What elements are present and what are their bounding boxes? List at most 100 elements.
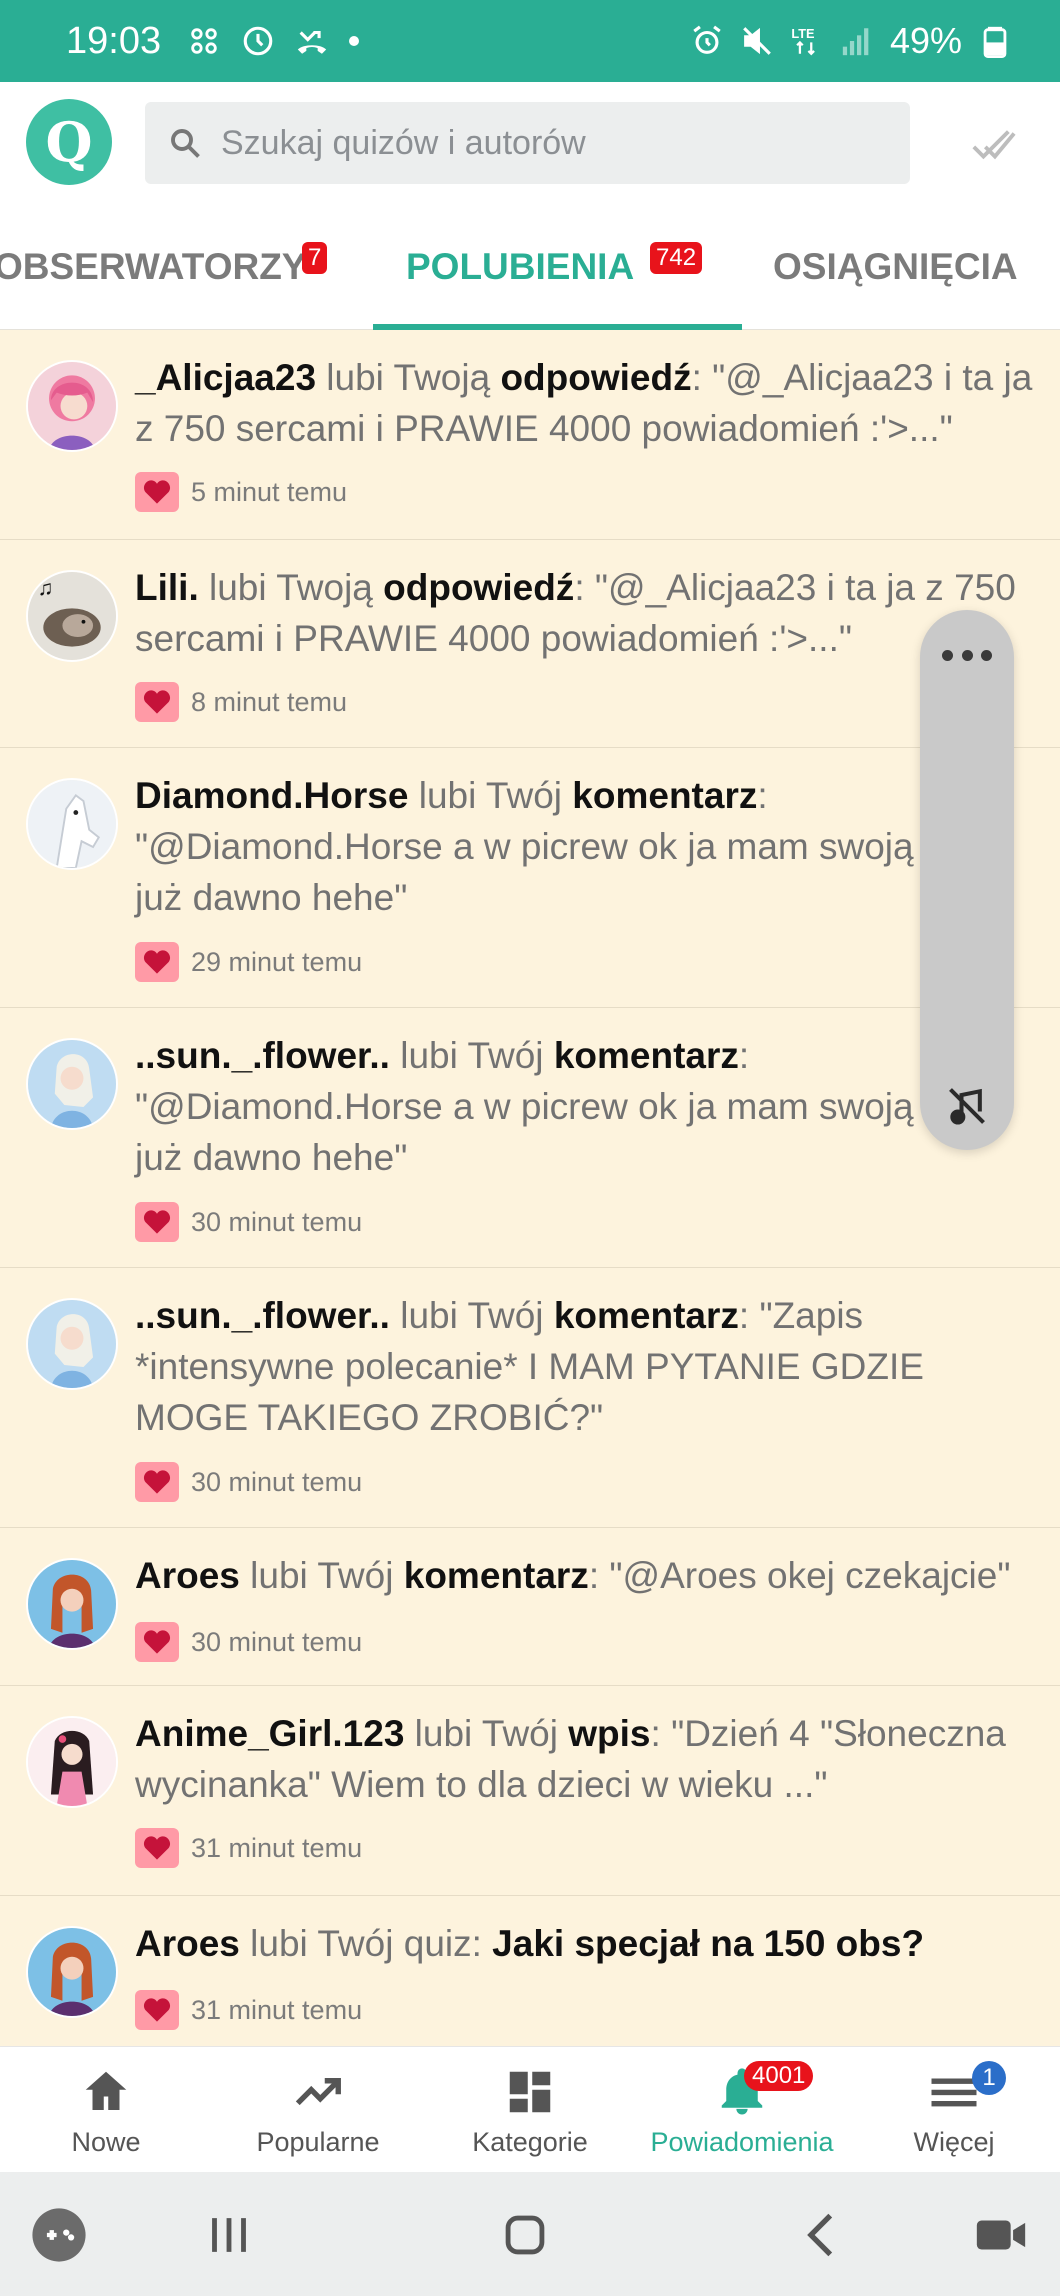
missed-call-icon [297, 30, 327, 54]
avatar[interactable] [26, 1038, 118, 1130]
avatar[interactable] [26, 1558, 118, 1650]
nav-new[interactable]: Nowe [0, 2047, 212, 2173]
action-text: lubi Twój [404, 1713, 569, 1754]
list-item[interactable]: _Alicjaa23 lubi Twoją odpowiedź: "@_Alic… [0, 330, 1060, 540]
list-item[interactable]: Anime_Girl.123 lubi Twój wpis: "Dzień 4 … [0, 1686, 1060, 1896]
avatar-image [28, 1718, 116, 1806]
heart-icon [135, 682, 179, 722]
separator: : [757, 775, 768, 816]
bottom-navigation: Nowe Popularne Kategorie 4001 Powiadomie… [0, 2046, 1060, 2172]
home-icon [85, 2071, 127, 2110]
lte-icon: LTE [791, 26, 815, 56]
search-icon [171, 129, 200, 158]
heart-icon [135, 1828, 179, 1868]
object-type: komentarz [553, 1295, 739, 1336]
recent-apps-icon[interactable] [200, 2206, 258, 2264]
user-name[interactable]: Aroes [135, 1555, 240, 1596]
nav-more-label: Więcej [913, 2127, 995, 2157]
notification-text: Anime_Girl.123 lubi Twój wpis: "Dzień 4 … [135, 1708, 1035, 1810]
tab-likes-label: POLUBIENIA [406, 246, 635, 287]
tab-achievements[interactable]: OSIĄGNIĘCIA [773, 204, 1018, 330]
list-item[interactable]: ♫ Lili. lubi Twoją odpowiedź: "@_Alicjaa… [0, 540, 1060, 748]
avatar[interactable]: ♫ [26, 570, 118, 662]
nav-notifications[interactable]: 4001 Powiadomienia [636, 2047, 848, 2173]
tab-likes-badge: 742 [650, 242, 703, 274]
action-text: lubi Twoją [316, 357, 501, 398]
notification-meta: 8 minut temu [135, 682, 347, 722]
separator: : [691, 357, 713, 398]
user-name[interactable]: _Alicjaa23 [135, 357, 316, 398]
notification-text: Lili. lubi Twoją odpowiedź: "@_Alicjaa23… [135, 562, 1035, 664]
tab-likes[interactable]: POLUBIENIA 742 [406, 204, 703, 330]
list-item[interactable]: Diamond.Horse lubi Twój komentarz: "@Dia… [0, 748, 1060, 1008]
list-item[interactable]: Aroes lubi Twój quiz: Jaki specjał na 15… [0, 1896, 1060, 2056]
app-logo[interactable]: Q [26, 99, 112, 185]
avatar-image [28, 1300, 116, 1388]
system-navigation-bar [0, 2172, 1060, 2296]
notification-text: _Alicjaa23 lubi Twoją odpowiedź: "@_Alic… [135, 352, 1035, 454]
timestamp: 31 minut temu [191, 1994, 363, 2025]
list-item[interactable]: ..sun._.flower.. lubi Twój komentarz: "@… [0, 1008, 1060, 1268]
user-name[interactable]: Diamond.Horse [135, 775, 408, 816]
tab-observers-label: OBSERWATORZY [0, 246, 307, 287]
separator: : [738, 1295, 760, 1336]
action-text: lubi Twój [408, 775, 573, 816]
timestamp: 30 minut temu [191, 1206, 363, 1237]
user-name[interactable]: ..sun._.flower.. [135, 1035, 390, 1076]
search-bar[interactable] [145, 102, 910, 184]
quiz-title[interactable]: Jaki specjał na 150 obs? [492, 1923, 924, 1964]
timestamp: 5 minut temu [191, 476, 348, 507]
action-text: lubi Twój [389, 1035, 554, 1076]
user-name[interactable]: Aroes [135, 1923, 240, 1964]
heart-icon [135, 942, 179, 982]
tab-observers[interactable]: OBSERWATORZY 7 [0, 204, 328, 330]
search-input[interactable] [221, 123, 861, 163]
svg-text:♫: ♫ [38, 577, 54, 600]
object-type: wpis [568, 1713, 651, 1754]
battery-percent: 49% [889, 20, 962, 61]
object-type: odpowiedź [383, 567, 575, 608]
notification-meta: 31 minut temu [135, 1990, 362, 2030]
user-name[interactable]: Lili. [135, 567, 199, 608]
avatar[interactable] [26, 360, 118, 452]
timestamp: 30 minut temu [191, 1626, 363, 1657]
video-camera-icon[interactable] [972, 2206, 1030, 2264]
quoted-content: "@Diamond.Horse a w picrew ok ja mam swo… [135, 1086, 1003, 1178]
avatar[interactable] [26, 778, 118, 870]
action-text: lubi Twoją [198, 567, 384, 608]
avatar-image: ♫ [28, 572, 116, 660]
avatar[interactable] [26, 1926, 118, 2018]
dashboard-icon [509, 2071, 551, 2113]
home-button-icon[interactable] [496, 2206, 554, 2264]
object-type: odpowiedź [500, 357, 692, 398]
object-type: komentarz [403, 1555, 589, 1596]
quoted-content: "@Diamond.Horse a w picrew ok ja mam swo… [135, 826, 1003, 918]
avatar[interactable] [26, 1716, 118, 1808]
action-text: lubi Twój quiz: [239, 1923, 493, 1964]
timestamp: 8 minut temu [191, 686, 348, 717]
notification-meta: 31 minut temu [135, 1828, 362, 1868]
avatar-image [28, 780, 116, 868]
app-header: Q [0, 82, 1060, 204]
nav-more[interactable]: 1 Więcej [848, 2047, 1060, 2173]
user-name[interactable]: Anime_Girl.123 [135, 1713, 404, 1754]
separator: : [588, 1555, 610, 1596]
more-options-icon[interactable] [942, 650, 992, 662]
mute-notifications-icon[interactable] [945, 1084, 989, 1128]
mute-icon [743, 27, 771, 55]
nav-categories[interactable]: Kategorie [424, 2047, 636, 2173]
object-type: komentarz [553, 1035, 739, 1076]
game-launcher-icon[interactable] [30, 2206, 88, 2264]
mark-all-read-icon[interactable] [970, 122, 1016, 168]
avatar[interactable] [26, 1298, 118, 1390]
user-name[interactable]: ..sun._.flower.. [135, 1295, 390, 1336]
list-item[interactable]: Aroes lubi Twój komentarz: "@Aroes okej … [0, 1528, 1060, 1686]
heart-icon [135, 1990, 179, 2030]
list-item[interactable]: ..sun._.flower.. lubi Twój komentarz: "Z… [0, 1268, 1060, 1528]
back-icon[interactable] [794, 2206, 852, 2264]
more-count-badge: 1 [972, 2061, 1006, 2095]
floating-tools-panel[interactable] [920, 610, 1014, 1150]
nav-popular[interactable]: Popularne [212, 2047, 424, 2173]
avatar-image [28, 362, 116, 450]
separator: : [738, 1035, 750, 1076]
